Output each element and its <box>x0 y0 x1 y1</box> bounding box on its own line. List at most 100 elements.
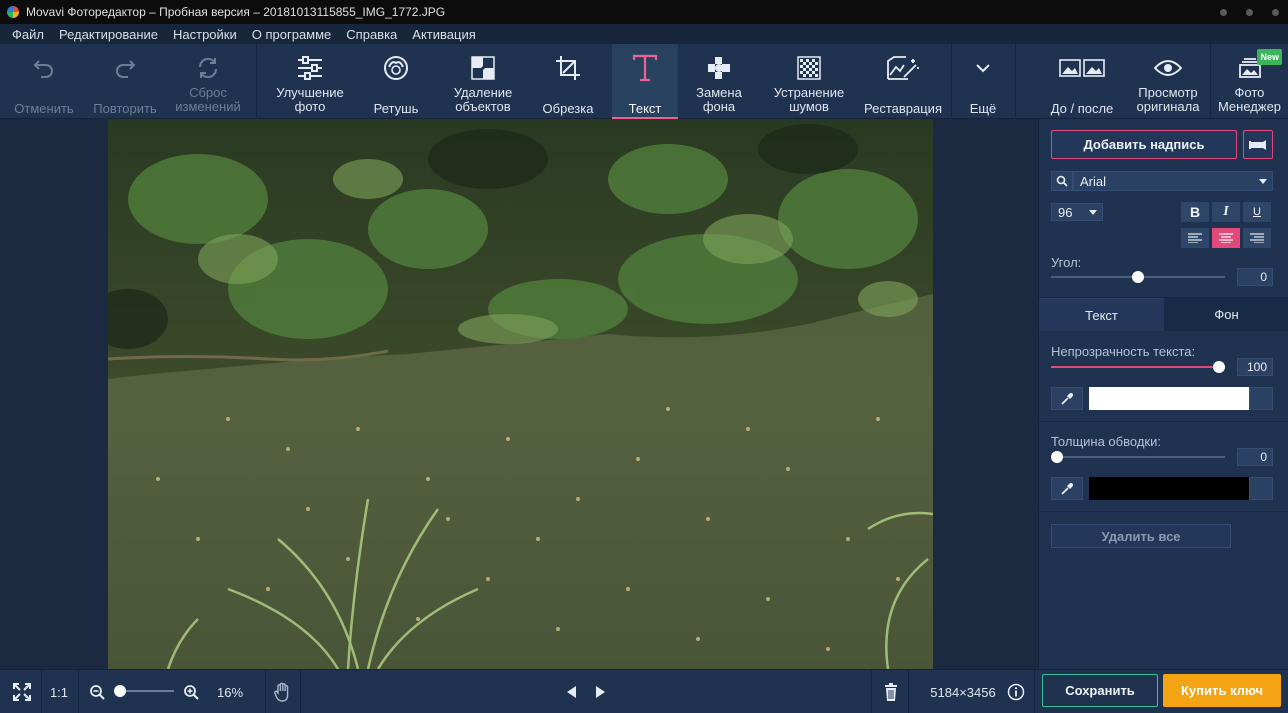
stroke-value-field[interactable]: 0 <box>1237 448 1273 466</box>
status-separator <box>871 670 872 713</box>
denoise-button[interactable]: Устранение шумов <box>766 44 852 119</box>
enhance-label-line1: Улучшение <box>276 85 344 100</box>
eraser-pattern-icon <box>470 52 496 84</box>
enhance-photo-button[interactable]: Улучшение фото <box>266 44 354 119</box>
font-size-select[interactable]: 96 <box>1051 203 1103 221</box>
menu-help[interactable]: Справка <box>346 27 397 42</box>
toolbar-separator <box>1015 44 1016 119</box>
expand-icon <box>13 683 31 701</box>
align-right-icon <box>1250 233 1264 243</box>
text-tool-button[interactable]: Текст <box>612 44 678 119</box>
previous-image-button[interactable] <box>561 670 581 713</box>
menu-settings[interactable]: Настройки <box>173 27 237 42</box>
text-settings-panel: Добавить надпись Arial 96 B I U Угол: 0 … <box>1038 119 1288 669</box>
arrow-left-icon <box>567 686 576 698</box>
next-image-button[interactable] <box>591 670 611 713</box>
buy-key-button[interactable]: Купить ключ <box>1163 674 1281 707</box>
minimize-button[interactable] <box>1210 0 1236 24</box>
font-search-button[interactable] <box>1051 171 1073 191</box>
status-separator <box>41 670 42 713</box>
align-center-button[interactable] <box>1212 228 1240 248</box>
font-family-value: Arial <box>1080 173 1107 189</box>
tab-background[interactable]: Фон <box>1164 298 1288 331</box>
stroke-color-picker[interactable] <box>1089 477 1273 500</box>
align-right-button[interactable] <box>1243 228 1271 248</box>
zoom-out-button[interactable] <box>86 670 108 713</box>
remove-objects-button[interactable]: Удаление объектов <box>440 44 526 119</box>
status-separator <box>1034 670 1035 713</box>
tab-text[interactable]: Текст <box>1039 298 1164 331</box>
stroke-slider-track <box>1051 456 1225 458</box>
retouch-button[interactable]: Ретушь <box>360 44 432 119</box>
add-caption-button[interactable]: Добавить надпись <box>1051 130 1237 159</box>
text-t-icon <box>632 52 658 84</box>
status-separator <box>300 670 301 713</box>
actual-size-button[interactable]: 1:1 <box>44 670 74 713</box>
menu-about[interactable]: О программе <box>252 27 332 42</box>
toolbar-separator <box>256 44 257 119</box>
fit-to-screen-button[interactable] <box>6 670 38 713</box>
bold-button[interactable]: B <box>1181 202 1209 222</box>
menu-edit[interactable]: Редактирование <box>59 27 158 42</box>
pan-hand-button[interactable] <box>269 670 297 713</box>
info-icon <box>1007 683 1025 701</box>
text-color-picker[interactable] <box>1089 387 1273 410</box>
maximize-icon <box>1245 8 1253 16</box>
maximize-button[interactable] <box>1236 0 1262 24</box>
photo-manager-button[interactable]: Фото Менеджер New <box>1211 44 1288 119</box>
before-after-icon <box>1059 52 1105 84</box>
reset-button[interactable]: Сброс изменений <box>168 44 248 119</box>
more-button[interactable]: Ещё <box>955 44 1011 119</box>
photo-manager-label-line2: Менеджер <box>1217 99 1282 114</box>
remove-label: Удаление объектов <box>454 86 513 114</box>
angle-slider-thumb[interactable] <box>1132 271 1144 283</box>
image-info-button[interactable] <box>1006 670 1026 713</box>
italic-button[interactable]: I <box>1212 202 1240 222</box>
text-style-icon <box>1249 139 1266 150</box>
font-size-value: 96 <box>1058 204 1073 220</box>
menu-file[interactable]: Файл <box>12 27 44 42</box>
retouch-label: Ретушь <box>373 101 419 116</box>
crop-label: Обрезка <box>542 101 594 116</box>
angle-value-field[interactable]: 0 <box>1237 268 1273 286</box>
delete-all-button[interactable]: Удалить все <box>1051 524 1231 548</box>
align-left-button[interactable] <box>1181 228 1209 248</box>
text-color-swatch <box>1089 387 1249 410</box>
redo-button[interactable]: Повторить <box>86 44 164 119</box>
text-color-dropdown[interactable] <box>1249 387 1273 410</box>
photo-image[interactable] <box>108 119 933 669</box>
view-original-button[interactable]: Просмотр оригинала <box>1128 44 1208 119</box>
denoise-label: Устранение шумов <box>774 86 844 114</box>
opacity-value-field[interactable]: 100 <box>1237 358 1273 376</box>
close-button[interactable] <box>1262 0 1288 24</box>
save-button[interactable]: Сохранить <box>1042 674 1158 707</box>
trash-icon <box>885 683 897 701</box>
before-after-button[interactable]: До / после <box>1040 44 1124 119</box>
restoration-button[interactable]: Реставрация <box>858 44 948 119</box>
delete-image-button[interactable] <box>878 670 904 713</box>
undo-button[interactable]: Отменить <box>6 44 82 119</box>
underline-button[interactable]: U <box>1243 202 1271 222</box>
replace-background-button[interactable]: Замена фона <box>686 44 752 119</box>
stroke-slider-thumb[interactable] <box>1051 451 1063 463</box>
noise-icon <box>796 52 822 84</box>
menu-activation[interactable]: Активация <box>412 27 475 42</box>
opacity-slider-thumb[interactable] <box>1213 361 1225 373</box>
text-tool-label: Текст <box>628 101 662 116</box>
close-icon <box>1271 8 1279 16</box>
zoom-slider-thumb[interactable] <box>114 685 126 697</box>
zoom-in-button[interactable] <box>180 670 202 713</box>
stroke-color-dropdown[interactable] <box>1249 477 1273 500</box>
font-family-select[interactable]: Arial <box>1073 171 1273 191</box>
background-icon <box>706 52 732 84</box>
toolbar: Отменить Повторить Сброс изменений Улучше… <box>0 44 1288 119</box>
magic-wand-photo-icon <box>886 52 920 84</box>
text-color-eyedropper-button[interactable] <box>1051 387 1083 410</box>
align-center-icon <box>1219 233 1233 243</box>
crop-button[interactable]: Обрезка <box>532 44 604 119</box>
canvas-area[interactable] <box>0 119 1038 669</box>
text-style-button[interactable] <box>1243 130 1273 159</box>
view-original-label-line2: оригинала <box>1136 99 1200 114</box>
stroke-color-eyedropper-button[interactable] <box>1051 477 1083 500</box>
redo-icon <box>112 52 138 84</box>
